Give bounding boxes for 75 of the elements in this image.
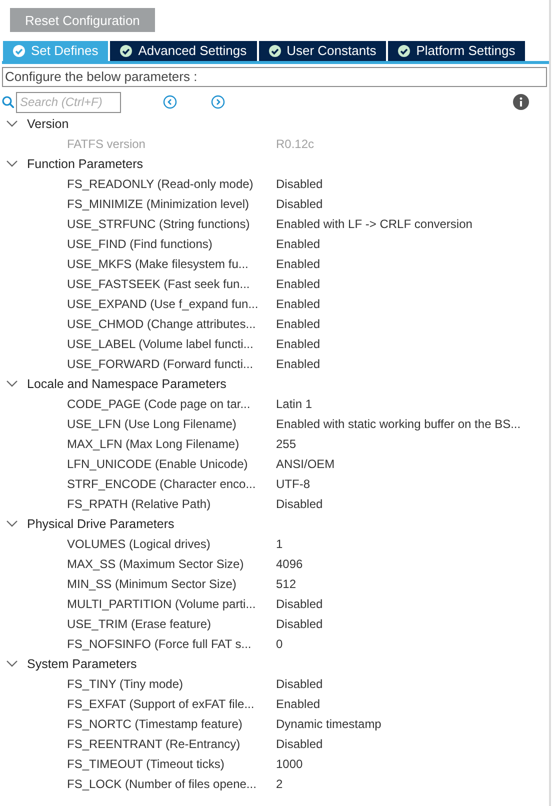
parameter-name: USE_STRFUNC (String functions) [67,216,251,233]
group-title: Version [27,116,69,133]
search-icon [2,96,14,108]
check-circle-icon [398,45,410,57]
parameter-name: MAX_LFN (Max Long Filename) [67,436,240,453]
next-icon[interactable] [211,95,225,109]
parameter-value[interactable]: Enabled [276,255,320,273]
parameter-name: FS_EXFAT (Support of exFAT file... [67,696,256,713]
parameter-name: LFN_UNICODE (Enable Unicode) [67,456,249,473]
parameter-value[interactable]: 2 [276,775,283,793]
parameter-name: FS_READONLY (Read-only mode) [67,176,254,193]
parameter-name: VOLUMES (Logical drives) [67,536,212,553]
parameter-name: FS_RPATH (Relative Path) [67,496,212,513]
group-title: Physical Drive Parameters [27,516,174,533]
parameter-value[interactable]: Enabled [276,695,320,713]
parameter-name: FS_LOCK (Number of files opene... [67,776,258,793]
parameter-name: USE_FORWARD (Forward functi... [67,356,254,373]
parameter-value[interactable]: 512 [276,575,296,593]
tab[interactable]: User Constants [258,41,386,61]
parameter-value[interactable]: UTF-8 [276,475,310,493]
parameter-value[interactable]: Disabled [276,615,323,633]
parameter-value[interactable]: ANSI/OEM [276,455,335,473]
parameter-name: STRF_ENCODE (Character enco... [67,476,257,493]
parameter-value[interactable]: Enabled with static working buffer on the BS... [276,415,521,433]
parameter-name: MAX_SS (Maximum Sector Size) [67,556,245,573]
parameter-value[interactable]: 4096 [276,555,303,573]
parameter-name: USE_EXPAND (Use f_expand fun... [67,296,260,313]
parameter-name: FS_NORTC (Timestamp feature) [67,716,244,733]
description-field: Configure the below parameters : [2,67,547,87]
parameter-name: MIN_SS (Minimum Sector Size) [67,576,238,593]
check-circle-icon [268,45,281,57]
parameter-name: USE_FASTSEEK (Fast seek fun... [67,276,251,293]
parameter-name: FS_NOFSINFO (Force full FAT s... [67,636,252,653]
parameter-name: FS_REENTRANT (Re-Entrancy) [67,736,242,753]
parameter-value[interactable]: Enabled [276,275,320,293]
tab[interactable]: Advanced Settings [110,41,257,61]
parameter-value[interactable]: Latin 1 [276,395,312,413]
parameter-value[interactable]: 0 [276,635,283,653]
parameter-name: FS_TINY (Tiny mode) [67,676,184,693]
parameter-name: FS_TIMEOUT (Timeout ticks) [67,756,226,773]
parameter-name: FS_MINIMIZE (Minimization level) [67,196,250,213]
parameter-value[interactable]: Enabled [276,335,320,353]
parameter-value[interactable]: Disabled [276,675,323,693]
parameter-value[interactable]: Enabled with LF -> CRLF conversion [276,215,472,233]
tab[interactable]: Platform Settings [388,41,526,61]
group-title: Locale and Namespace Parameters [27,376,226,393]
parameter-value[interactable]: Disabled [276,735,323,753]
search-field[interactable]: Search (Ctrl+F) [16,92,121,112]
parameter-name: USE_MKFS (Make filesystem fu... [67,256,250,273]
parameter-name: USE_LABEL (Volume label functi... [67,336,254,353]
check-circle-icon [120,45,132,57]
parameter-value[interactable]: Enabled [276,235,320,253]
parameter-value[interactable]: Dynamic timestamp [276,715,382,733]
info-icon[interactable] [513,94,529,110]
parameter-value[interactable]: Enabled [276,315,320,333]
parameter-name: CODE_PAGE (Code page on tar... [67,396,252,413]
parameter-name: FATFS version [67,136,146,153]
parameter-value[interactable]: 1 [276,535,283,553]
parameter-value[interactable]: Disabled [276,595,323,613]
parameter-value[interactable]: Enabled [276,295,320,313]
parameter-name: USE_FIND (Find functions) [67,236,214,253]
check-circle-icon [13,45,25,57]
parameter-name: USE_CHMOD (Change attributes... [67,316,257,333]
parameter-value[interactable]: Disabled [276,495,323,513]
parameter-value[interactable]: Disabled [276,175,323,193]
previous-icon[interactable] [163,95,177,109]
parameter-value[interactable]: Disabled [276,195,323,213]
parameter-name: USE_TRIM (Erase feature) [67,616,212,633]
group-title: System Parameters [27,656,137,673]
parameter-value[interactable]: 1000 [276,755,303,773]
parameter-value[interactable]: 255 [276,435,296,453]
parameter-name: MULTI_PARTITION (Volume parti... [67,596,257,613]
parameter-name: USE_LFN (Use Long Filename) [67,416,238,433]
group-title: Function Parameters [27,156,144,173]
parameter-value[interactable]: Enabled [276,355,320,373]
